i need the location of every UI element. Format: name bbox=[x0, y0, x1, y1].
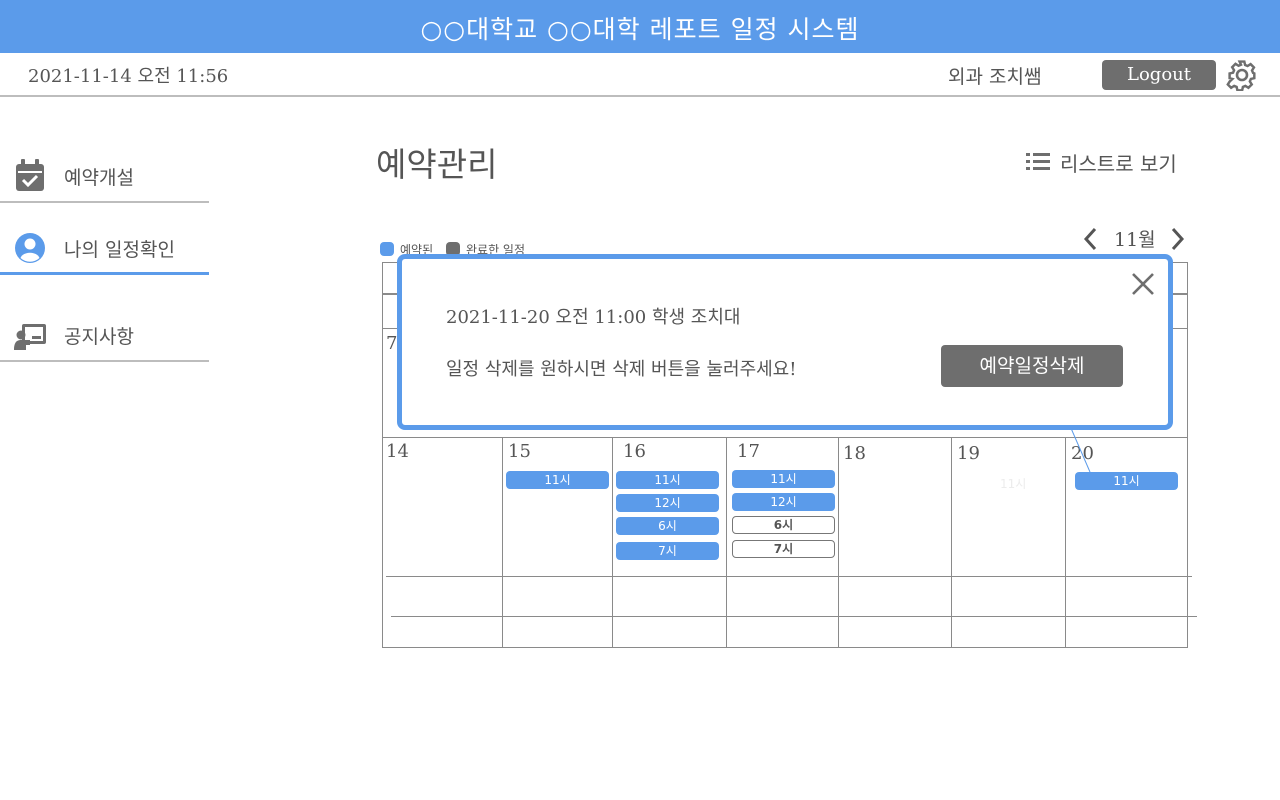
grid-line bbox=[1065, 437, 1066, 648]
schedule-slot[interactable]: 11시 bbox=[506, 471, 609, 489]
day-number: 17 bbox=[737, 441, 760, 462]
sidebar-item-notice[interactable]: 공지사항 bbox=[0, 308, 209, 362]
day-number: 18 bbox=[843, 443, 866, 464]
grid-line bbox=[383, 437, 1187, 438]
legend-swatch-booked bbox=[380, 242, 394, 256]
delete-schedule-modal: 2021-11-20 오전 11:00 학생 조치대 일정 삭제를 원하시면 삭… bbox=[397, 254, 1173, 430]
grid-line bbox=[951, 437, 952, 648]
sidebar-item-label: 예약개설 bbox=[64, 167, 134, 189]
schedule-slot[interactable]: 6시 bbox=[616, 517, 719, 535]
day-number: 7 bbox=[386, 333, 398, 354]
list-icon bbox=[1026, 153, 1050, 170]
schedule-info: 2021-11-20 오전 11:00 학생 조치대 bbox=[446, 307, 741, 328]
app-title: ○○대학교 ○○대학 레포트 일정 시스템 bbox=[420, 15, 860, 44]
page-title: 예약관리 bbox=[376, 145, 498, 184]
schedule-slot[interactable]: 11시 bbox=[732, 470, 835, 488]
open-slot[interactable]: 7시 bbox=[732, 540, 835, 558]
app-header: ○○대학교 ○○대학 레포트 일정 시스템 bbox=[0, 0, 1280, 53]
day-number: 14 bbox=[386, 441, 409, 462]
chevron-left-icon[interactable] bbox=[1080, 226, 1100, 252]
grid-line bbox=[386, 576, 1192, 577]
day-number: 20 bbox=[1071, 443, 1094, 464]
calendar-check-icon bbox=[16, 159, 44, 191]
schedule-slot[interactable]: 12시 bbox=[616, 494, 719, 512]
gear-icon[interactable] bbox=[1226, 59, 1258, 91]
month-navigator: 11월 bbox=[1080, 224, 1190, 254]
schedule-slot[interactable]: 7시 bbox=[616, 542, 719, 560]
current-month: 11월 bbox=[1114, 229, 1156, 251]
schedule-slot[interactable]: 11시 bbox=[616, 471, 719, 489]
user-name: 외과 조치쌤 bbox=[948, 66, 1042, 88]
sidebar-item-label: 나의 일정확인 bbox=[64, 239, 175, 261]
chevron-right-icon[interactable] bbox=[1168, 226, 1188, 252]
sidebar-item-my-schedule[interactable]: 나의 일정확인 bbox=[0, 221, 209, 275]
selected-slot[interactable]: 11시 bbox=[1075, 472, 1178, 490]
faded-slot-label: 11시 bbox=[1000, 477, 1027, 491]
current-datetime: 2021-11-14 오전 11:56 bbox=[28, 66, 229, 87]
sidebar-item-reservation-create[interactable]: 예약개설 bbox=[0, 149, 209, 203]
logout-button[interactable]: Logout bbox=[1102, 60, 1216, 90]
sidebar-item-label: 공지사항 bbox=[64, 326, 134, 348]
grid-line bbox=[838, 437, 839, 648]
delete-schedule-button[interactable]: 예약일정삭제 bbox=[941, 345, 1123, 387]
schedule-slot[interactable]: 12시 bbox=[732, 493, 835, 511]
user-circle-icon bbox=[15, 233, 45, 263]
day-number: 19 bbox=[957, 443, 980, 464]
open-slot[interactable]: 6시 bbox=[732, 516, 835, 534]
delete-prompt: 일정 삭제를 원하시면 삭제 버튼을 눌러주세요! bbox=[446, 359, 797, 380]
grid-line bbox=[502, 437, 503, 648]
grid-line bbox=[612, 437, 613, 648]
day-number: 15 bbox=[508, 441, 531, 462]
user-bar: 2021-11-14 오전 11:56 외과 조치쌤 Logout bbox=[0, 53, 1280, 97]
day-number: 16 bbox=[623, 441, 646, 462]
close-icon[interactable] bbox=[1130, 271, 1156, 297]
presentation-icon bbox=[14, 324, 46, 350]
grid-line bbox=[726, 437, 727, 648]
grid-line bbox=[391, 616, 1197, 617]
list-view-label: 리스트로 보기 bbox=[1060, 152, 1177, 176]
